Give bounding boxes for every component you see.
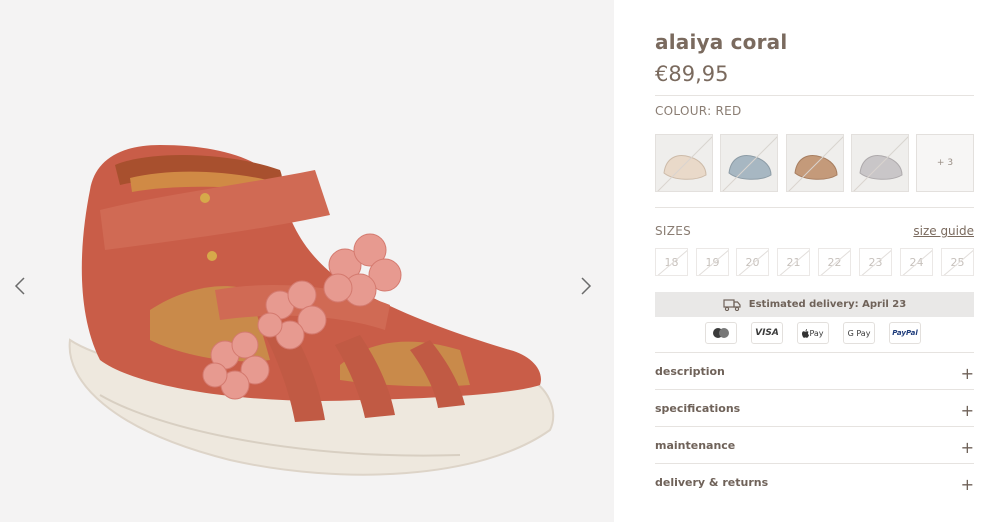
swatch-thumbnail-icon [788, 136, 843, 191]
size-option[interactable]: 20 [736, 248, 769, 276]
accordion-label: maintenance [655, 438, 736, 452]
mastercard-icon [705, 322, 737, 344]
swatch-thumbnail-icon [853, 136, 908, 191]
size-guide-link[interactable]: size guide [913, 224, 974, 238]
size-option[interactable]: 19 [696, 248, 729, 276]
colour-label: COLOUR: RED [655, 104, 742, 118]
delivery-banner: Estimated delivery: April 23 [655, 292, 974, 317]
gallery-next-button[interactable] [574, 272, 598, 300]
visa-label: VISA [755, 328, 779, 338]
accordion-delivery-returns[interactable]: delivery & returns + [655, 463, 974, 500]
swatch-thumbnail-icon [722, 136, 777, 191]
google-pay-icon: G Pay [843, 322, 875, 344]
colour-swatch[interactable] [851, 134, 909, 192]
plus-icon: + [960, 475, 974, 494]
unavailable-slash-icon [943, 250, 973, 275]
size-option[interactable]: 22 [818, 248, 851, 276]
size-option[interactable]: 18 [655, 248, 688, 276]
more-colours-button[interactable]: + 3 [916, 134, 974, 192]
apple-logo-icon [802, 328, 810, 338]
paypal-label: PayPal [892, 329, 918, 337]
colour-swatches: + 3 [655, 134, 974, 192]
accordion-specifications[interactable]: specifications + [655, 389, 974, 426]
google-pay-label: G Pay [847, 328, 871, 338]
size-option[interactable]: 25 [941, 248, 974, 276]
size-selector: 18 19 20 21 22 23 24 25 [655, 248, 974, 276]
truck-icon [723, 298, 741, 311]
image-gallery [0, 0, 614, 522]
unavailable-slash-icon [861, 250, 891, 275]
size-option[interactable]: 21 [777, 248, 810, 276]
accordion-label: delivery & returns [655, 475, 769, 489]
unavailable-slash-icon [657, 250, 687, 275]
accordion-label: description [655, 364, 725, 378]
apple-pay-label: Pay [809, 328, 824, 338]
chevron-right-icon [581, 277, 592, 295]
colour-swatch[interactable] [786, 134, 844, 192]
plus-icon: + [960, 438, 974, 457]
visa-icon: VISA [751, 322, 783, 344]
swatch-thumbnail-icon [657, 136, 712, 191]
unavailable-slash-icon [820, 250, 850, 275]
size-option[interactable]: 23 [859, 248, 892, 276]
chevron-left-icon [14, 277, 25, 295]
size-option[interactable]: 24 [900, 248, 933, 276]
apple-pay-icon: Pay [797, 322, 829, 344]
product-image [68, 145, 555, 476]
unavailable-slash-icon [779, 250, 809, 275]
paypal-icon: PayPal [889, 322, 921, 344]
unavailable-slash-icon [738, 250, 768, 275]
unavailable-slash-icon [698, 250, 728, 275]
product-title: alaiya coral [655, 30, 788, 54]
colour-swatch[interactable] [720, 134, 778, 192]
accordion-maintenance[interactable]: maintenance + [655, 426, 974, 463]
unavailable-slash-icon [902, 250, 932, 275]
accordion-label: specifications [655, 401, 741, 415]
gallery-prev-button[interactable] [8, 272, 32, 300]
product-price: €89,95 [655, 62, 729, 86]
colour-swatch[interactable] [655, 134, 713, 192]
divider [655, 95, 974, 96]
delivery-text: Estimated delivery: April 23 [748, 299, 907, 310]
plus-icon: + [960, 364, 974, 383]
payment-methods: VISA Pay G Pay PayPal [705, 322, 921, 344]
accordion-description[interactable]: description + [655, 352, 974, 389]
plus-icon: + [960, 401, 974, 420]
product-page: alaiya coral €89,95 COLOUR: RED + 3 SIZE… [0, 0, 1000, 522]
divider [655, 207, 974, 208]
sizes-label: SIZES [655, 224, 692, 238]
